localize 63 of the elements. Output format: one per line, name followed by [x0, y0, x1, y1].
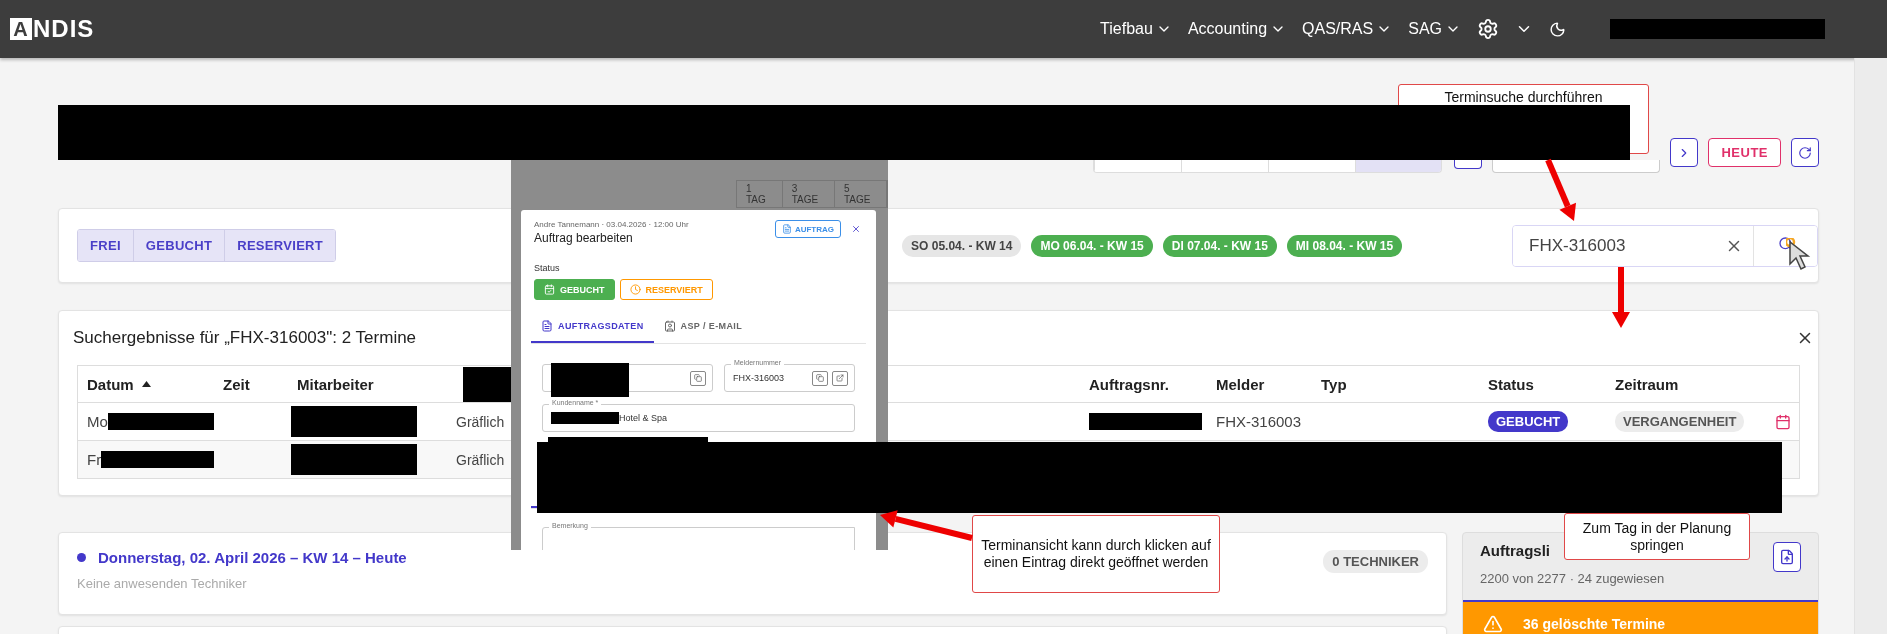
- redaction-bar: [551, 412, 619, 424]
- document-icon: [781, 224, 792, 234]
- table-cell: Gräflich: [456, 413, 505, 430]
- dialog-meta: Andre Tannemann · 03.04.2026 · 12:00 Uhr: [534, 220, 689, 229]
- day-chip[interactable]: SO 05.04. - KW 14: [902, 234, 1022, 257]
- results-title: Suchergebnisse für „FHX-316003": 2 Termine: [73, 328, 417, 348]
- column-header[interactable]: Datum: [78, 375, 214, 393]
- status-filter-tab[interactable]: RESERVIERT: [225, 230, 336, 261]
- callout: Zum Tag in der Planung springen: [1564, 513, 1750, 560]
- file-upload-icon: [1779, 549, 1795, 565]
- period-chip: VERGANGENHEIT: [1615, 411, 1745, 432]
- refresh-button[interactable]: [1791, 138, 1819, 167]
- column-header[interactable]: Mitarbeiter: [288, 375, 454, 393]
- day-title: Donnerstag, 02. April 2026 – KW 14 – Heute: [98, 549, 407, 566]
- contact-card-icon: [663, 320, 676, 332]
- column-header[interactable]: Typ: [1312, 375, 1479, 393]
- annotation-arrow: [1545, 158, 1576, 221]
- today-button[interactable]: HEUTE: [1708, 138, 1781, 167]
- dialog-title: Auftrag bearbeiten: [534, 231, 634, 245]
- settings-icon[interactable]: [1477, 18, 1499, 40]
- column-header[interactable]: Melder: [1207, 375, 1312, 393]
- table-cell: Fr: [87, 451, 102, 468]
- warning-icon: [1483, 614, 1503, 634]
- status-filter-tab[interactable]: FREI: [78, 230, 134, 261]
- panel-subtitle: 2200 von 2277 · 24 zugewiesen: [1480, 571, 1665, 586]
- technician-count: 0 TECHNIKER: [1323, 550, 1428, 573]
- panel-title: Auftragsli: [1480, 542, 1550, 559]
- moon-icon[interactable]: [1549, 20, 1566, 38]
- table-cell: Gräflich: [456, 451, 505, 468]
- alert-text: 36 gelöschte Termine: [1523, 616, 1666, 632]
- logo: A NDIS: [10, 15, 95, 43]
- dialog-tab[interactable]: AUFTRAGSDATEN: [531, 312, 654, 343]
- dialog-tab[interactable]: ASP / E-MAIL: [653, 312, 753, 343]
- document-icon: [541, 320, 553, 332]
- close-icon: [851, 224, 861, 234]
- status-label: Status: [534, 263, 561, 273]
- scrollbar[interactable]: [1854, 58, 1887, 634]
- today-dot: [77, 553, 86, 562]
- copy-icon[interactable]: [690, 370, 706, 386]
- column-header[interactable]: Status: [1479, 375, 1606, 393]
- calendar-icon[interactable]: [1775, 413, 1791, 430]
- refresh-icon: [1798, 145, 1812, 160]
- callout: Terminansicht kann durch klicken auf einen Eintrag direkt geöffnet werden: [972, 515, 1220, 593]
- status-badge: GEBUCHT: [1488, 411, 1569, 432]
- status-filter-tab[interactable]: GEBUCHT: [133, 230, 226, 261]
- date-field[interactable]: [1492, 160, 1661, 173]
- column-header[interactable]: Zeitraum: [1606, 375, 1766, 393]
- export-button[interactable]: [1773, 542, 1801, 572]
- annotation-arrow: [1612, 267, 1630, 328]
- column-header[interactable]: Zeit: [214, 375, 288, 393]
- nav-menu[interactable]: QAS/RAS: [1302, 20, 1393, 38]
- next-button[interactable]: [1670, 138, 1699, 167]
- clock-icon: [629, 284, 641, 295]
- nav-menu[interactable]: SAG: [1408, 20, 1461, 38]
- nav-menu[interactable]: Tiefbau: [1100, 20, 1172, 38]
- copy-icon[interactable]: [812, 370, 828, 386]
- table-cell: Mo: [87, 413, 108, 430]
- table-cell: FHX-316003: [1216, 413, 1302, 430]
- external-link-icon[interactable]: [832, 370, 848, 386]
- column-header[interactable]: Auftragsnr.: [1080, 375, 1207, 393]
- nav-menu[interactable]: Accounting: [1187, 20, 1287, 38]
- day-subtitle: Keine anwesenden Techniker: [77, 576, 248, 591]
- calendar-check-icon: [544, 284, 555, 295]
